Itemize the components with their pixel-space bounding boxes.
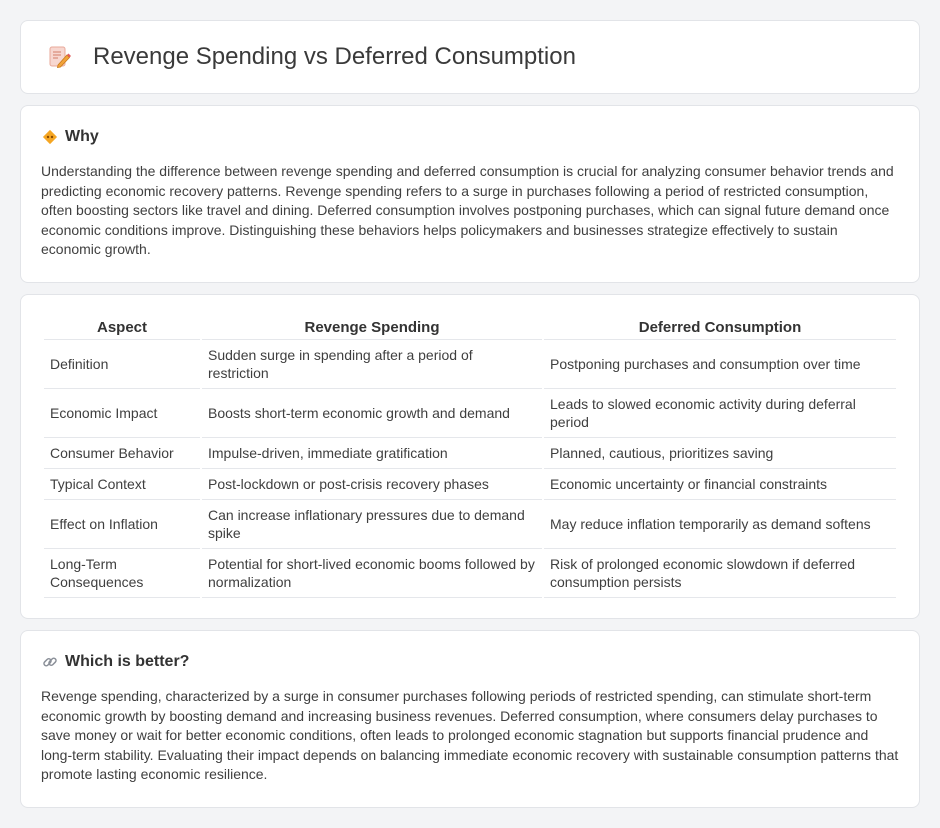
table-cell: Postponing purchases and consumption ove… <box>544 340 896 389</box>
table-cell: Economic uncertainty or financial constr… <box>544 469 896 500</box>
table-cell: Boosts short-term economic growth and de… <box>202 389 542 438</box>
better-header: Which is better? <box>41 653 899 671</box>
column-header: Revenge Spending <box>202 315 542 340</box>
table-cell: Long-Term Consequences <box>44 549 200 598</box>
diamond-warning-icon <box>41 128 59 146</box>
table-cell: Typical Context <box>44 469 200 500</box>
table-cell: Can increase inflationary pressures due … <box>202 500 542 549</box>
table-cell: Leads to slowed economic activity during… <box>544 389 896 438</box>
why-heading: Why <box>65 128 99 145</box>
table-row: Consumer Behavior Impulse-driven, immedi… <box>44 438 896 469</box>
table-cell: Definition <box>44 340 200 389</box>
table-row: Typical Context Post-lockdown or post-cr… <box>44 469 896 500</box>
why-section: Why Understanding the difference between… <box>20 105 920 283</box>
table-header-row: Aspect Revenge Spending Deferred Consump… <box>44 315 896 340</box>
document-pencil-icon <box>45 43 73 71</box>
link-icon <box>41 653 59 671</box>
comparison-section: Aspect Revenge Spending Deferred Consump… <box>20 294 920 619</box>
table-cell: Post-lockdown or post-crisis recovery ph… <box>202 469 542 500</box>
column-header: Aspect <box>44 315 200 340</box>
table-cell: Effect on Inflation <box>44 500 200 549</box>
table-cell: Potential for short-lived economic booms… <box>202 549 542 598</box>
table-row: Long-Term Consequences Potential for sho… <box>44 549 896 598</box>
comparison-table: Aspect Revenge Spending Deferred Consump… <box>42 315 898 598</box>
table-row: Definition Sudden surge in spending afte… <box>44 340 896 389</box>
table-cell: Sudden surge in spending after a period … <box>202 340 542 389</box>
better-text: Revenge spending, characterized by a sur… <box>41 688 899 782</box>
table-row: Effect on Inflation Can increase inflati… <box>44 500 896 549</box>
table-cell: May reduce inflation temporarily as dema… <box>544 500 896 549</box>
title-card: Revenge Spending vs Deferred Consumption <box>20 20 920 94</box>
column-header: Deferred Consumption <box>544 315 896 340</box>
why-text: Understanding the difference between rev… <box>41 163 894 257</box>
table-cell: Impulse-driven, immediate gratification <box>202 438 542 469</box>
table-cell: Economic Impact <box>44 389 200 438</box>
table-row: Economic Impact Boosts short-term econom… <box>44 389 896 438</box>
which-better-section: Which is better? Revenge spending, chara… <box>20 630 920 808</box>
table-cell: Consumer Behavior <box>44 438 200 469</box>
why-header: Why <box>41 128 899 146</box>
better-heading: Which is better? <box>65 653 190 670</box>
table-cell: Planned, cautious, prioritizes saving <box>544 438 896 469</box>
table-cell: Risk of prolonged economic slowdown if d… <box>544 549 896 598</box>
page-title: Revenge Spending vs Deferred Consumption <box>93 43 576 70</box>
